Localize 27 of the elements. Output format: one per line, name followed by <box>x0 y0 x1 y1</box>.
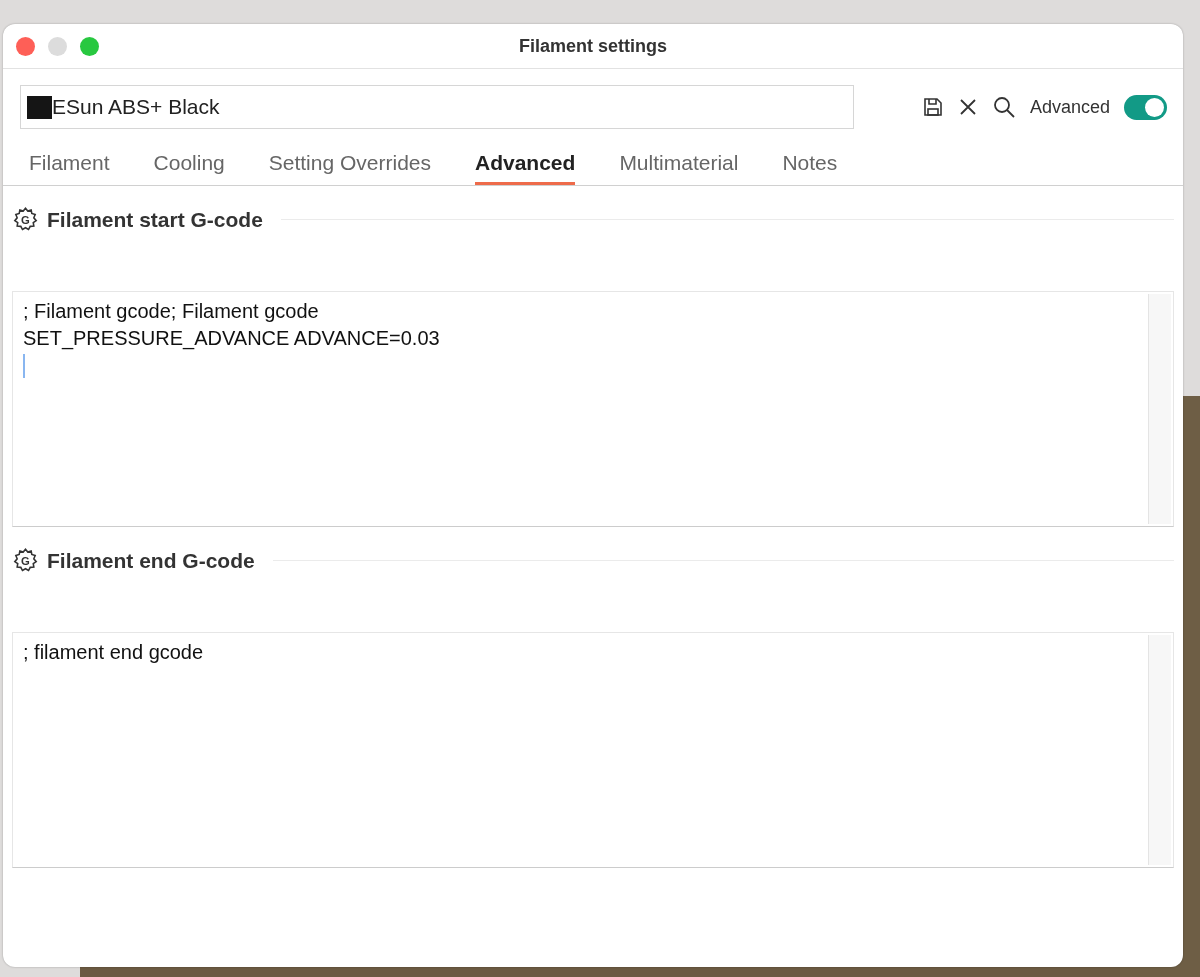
zoom-button[interactable] <box>80 36 99 56</box>
search-icon[interactable] <box>991 95 1016 119</box>
gcode-text: ; filament end gcode <box>23 640 205 665</box>
preset-name: ESun ABS+ Black <box>52 95 220 119</box>
tab[interactable]: Cooling <box>153 141 225 185</box>
gear-icon: G <box>12 547 39 574</box>
tab[interactable]: Filament <box>29 141 110 185</box>
window-title: Filament settings <box>519 35 667 56</box>
gcode-text: ; Filament gcode; Filament gcode SET_PRESSURE_ADVANCE ADVANCE=0.03 <box>23 299 441 352</box>
tab[interactable]: Multimaterial <box>619 141 739 185</box>
close-icon[interactable] <box>957 97 978 117</box>
scrollbar[interactable] <box>1148 635 1171 865</box>
gcode-editor[interactable]: ; Filament gcode; Filament gcode SET_PRESSURE_ADVANCE ADVANCE=0.03 <box>12 291 1174 527</box>
gear-icon: G <box>12 206 39 233</box>
save-button[interactable] <box>921 96 944 118</box>
tab[interactable]: Notes <box>782 141 838 185</box>
close-button[interactable] <box>16 36 35 56</box>
section-title: Filament start G-code <box>47 207 263 232</box>
advanced-toggle[interactable] <box>1124 94 1167 120</box>
tab[interactable]: Setting Overrides <box>268 141 431 185</box>
advanced-label: Advanced <box>1029 96 1110 118</box>
preset-name-field[interactable]: ESun ABS+ Black <box>20 85 854 129</box>
scrollbar[interactable] <box>1148 294 1171 524</box>
tab[interactable]: Advanced <box>475 141 576 185</box>
color-swatch-icon <box>27 95 52 119</box>
section-title: Filament end G-code <box>47 548 255 573</box>
gcode-editor[interactable]: ; filament end gcode <box>12 632 1174 868</box>
